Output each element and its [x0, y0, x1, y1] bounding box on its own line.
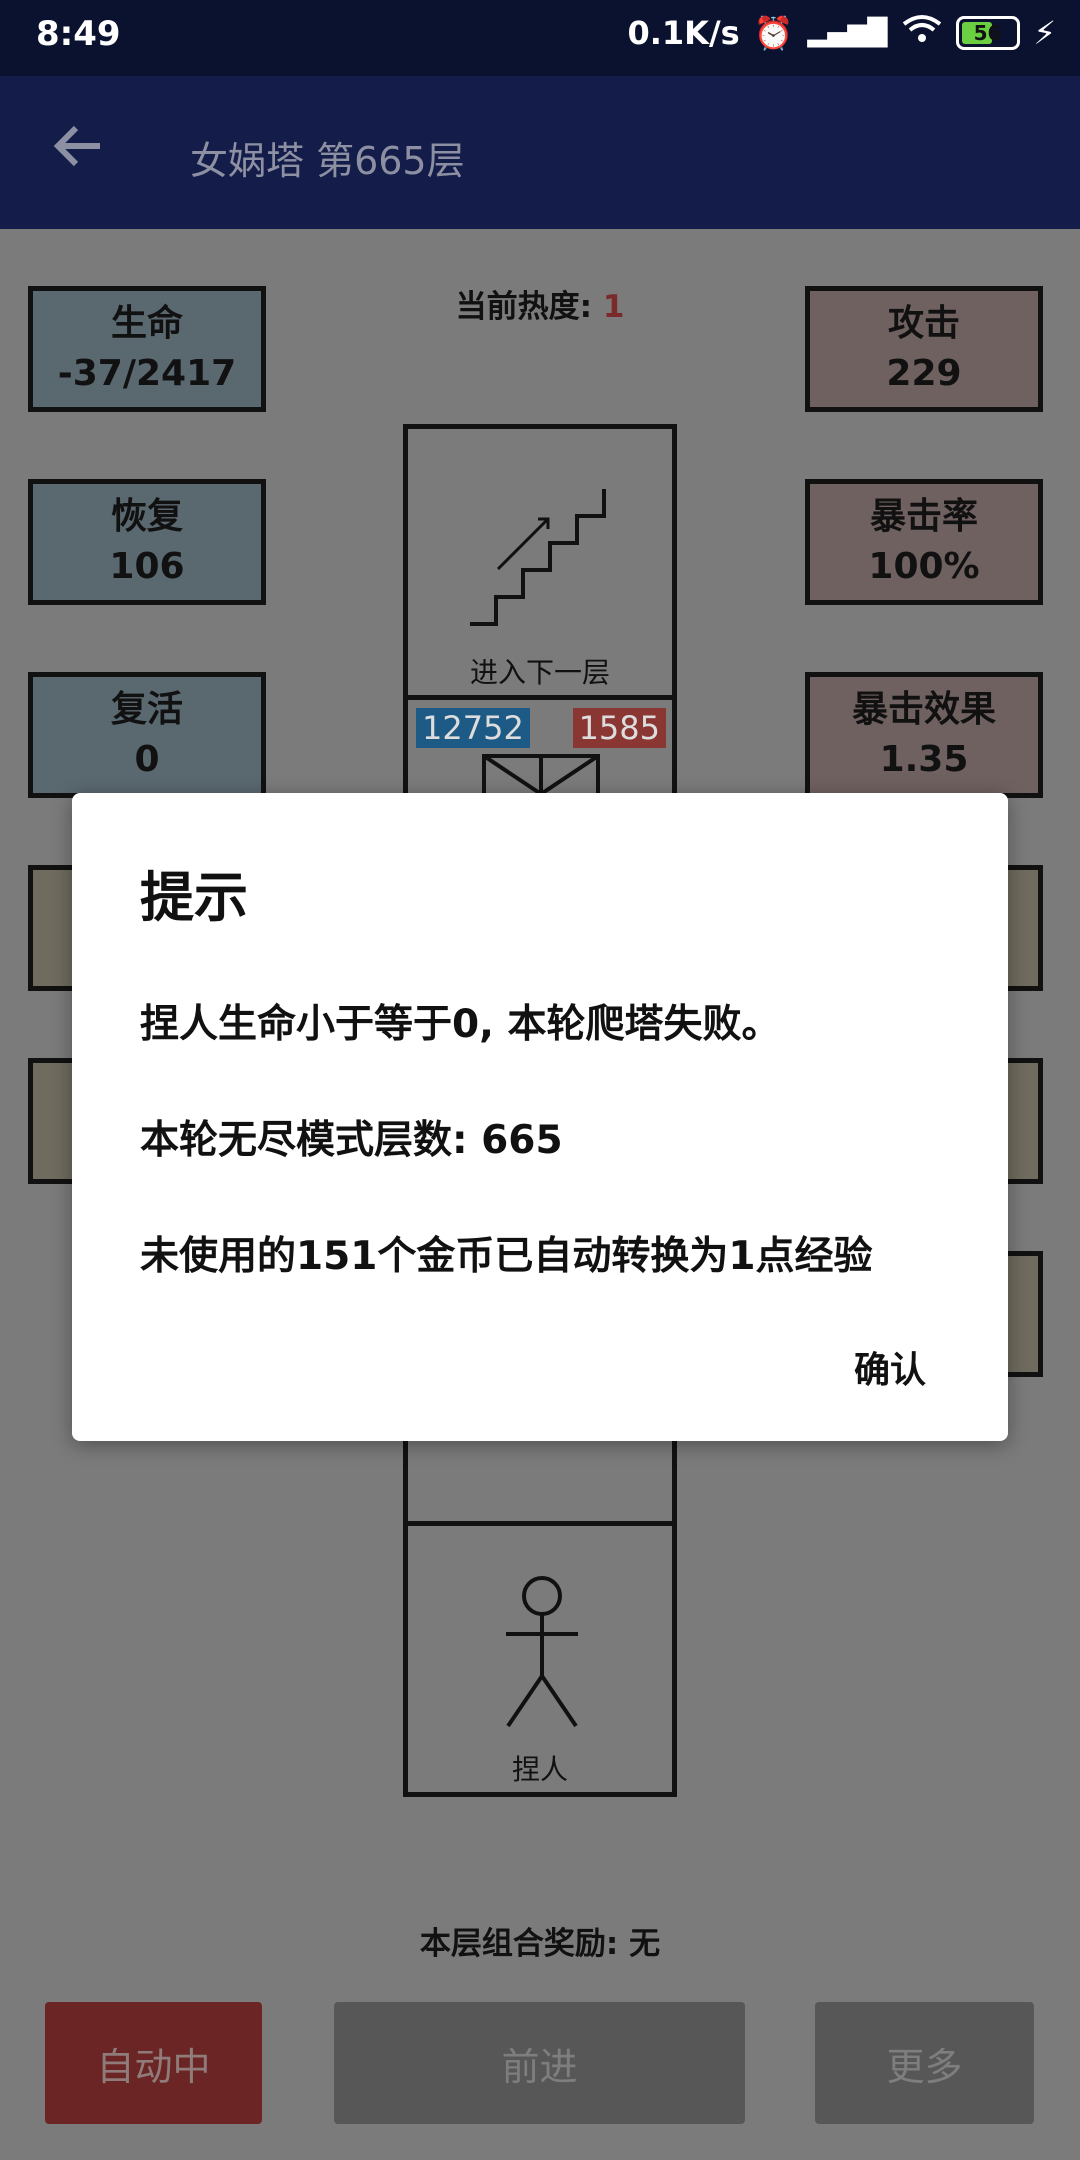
gate-icon	[482, 754, 600, 798]
forward-button[interactable]: 前进	[334, 2002, 745, 2124]
battery-level: 56	[973, 21, 1002, 45]
stat-value: -37/2417	[57, 353, 237, 394]
stat-value: 1.35	[879, 739, 969, 780]
stat-hp: 生命 -37/2417	[28, 286, 266, 412]
dialog-message-3: 未使用的151个金币已自动转换为1点经验	[140, 1234, 873, 1279]
confirm-button[interactable]: 确认	[854, 1341, 926, 1393]
heat-value: 1	[602, 289, 625, 325]
stat-attack: 攻击 229	[805, 286, 1043, 412]
combo-reward: 本层组合奖励: 无	[419, 1926, 661, 1962]
signal-icon: ▂▄▆█	[807, 18, 888, 48]
enemy-hp-red: 1585	[572, 708, 666, 748]
dialog-title: 提示	[140, 866, 248, 929]
stat-label: 恢复	[110, 496, 183, 537]
alert-dialog: 提示 捏人生命小于等于0, 本轮爬塔失败。 本轮无尽模式层数: 665 未使用的…	[72, 793, 1008, 1441]
stat-value: 106	[109, 546, 185, 587]
status-time: 8:49	[36, 14, 121, 54]
page-title: 女娲塔 第665层	[190, 139, 465, 183]
status-bar: 8:49 0.1K/s ⏰ ▂▄▆█ 56 ⚡	[0, 0, 1080, 76]
stat-value: 229	[886, 353, 962, 394]
dialog-message-1: 捏人生命小于等于0, 本轮爬塔失败。	[140, 1002, 781, 1047]
stat-label: 生命	[110, 303, 183, 344]
stat-value: 0	[134, 739, 160, 780]
battery-icon: 56	[955, 16, 1020, 50]
next-floor-label: 进入下一层	[469, 656, 610, 689]
stat-label: 攻击	[887, 303, 960, 344]
player-label: 捏人	[511, 1753, 568, 1786]
stairs-icon	[468, 479, 618, 633]
net-speed: 0.1K/s	[627, 14, 740, 52]
wifi-icon	[902, 14, 942, 52]
stat-regen: 恢复 106	[28, 479, 266, 605]
enemy-hp-blue: 12752	[416, 708, 530, 748]
stat-crit-effect: 暴击效果 1.35	[805, 672, 1043, 798]
arrow-left-icon[interactable]	[52, 118, 104, 181]
auto-button[interactable]: 自动中	[45, 2002, 262, 2124]
stat-value: 100%	[868, 546, 980, 587]
stat-label: 复活	[110, 689, 183, 730]
stat-label: 暴击率	[869, 496, 978, 537]
status-icons: 0.1K/s ⏰ ▂▄▆█ 56 ⚡	[627, 14, 1056, 52]
stick-figure-icon	[502, 1576, 582, 1740]
stat-revive: 复活 0	[28, 672, 266, 798]
charging-icon: ⚡	[1033, 14, 1056, 52]
more-button[interactable]: 更多	[815, 2002, 1034, 2124]
heat-label: 当前热度:	[455, 289, 593, 325]
stat-label: 暴击效果	[851, 689, 996, 730]
player-cell: 捏人	[403, 1521, 677, 1797]
dialog-message-2: 本轮无尽模式层数: 665	[140, 1118, 563, 1163]
alarm-icon: ⏰	[753, 14, 794, 52]
app-bar: 女娲塔 第665层	[0, 76, 1080, 229]
next-floor-cell[interactable]: 进入下一层	[403, 424, 677, 700]
stat-crit-rate: 暴击率 100%	[805, 479, 1043, 605]
